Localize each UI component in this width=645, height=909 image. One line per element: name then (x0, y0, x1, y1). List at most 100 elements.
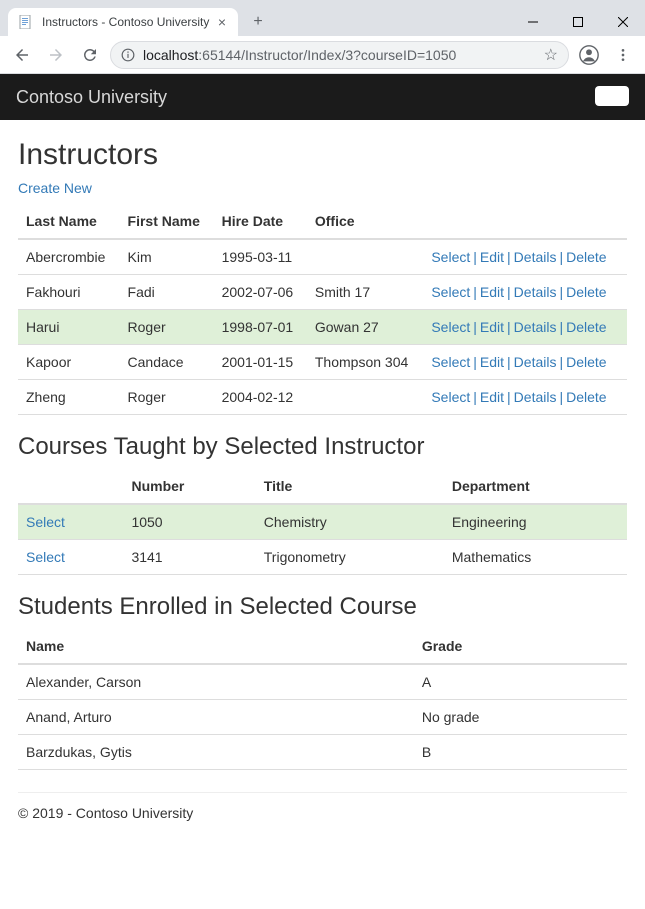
cell-hire-date: 2001-01-15 (214, 345, 307, 380)
select-link[interactable]: Select (26, 549, 65, 565)
cell-department: Mathematics (444, 540, 627, 575)
courses-table: Number Title Department Select1050Chemis… (18, 469, 627, 575)
create-new-link[interactable]: Create New (18, 180, 92, 196)
cell-department: Engineering (444, 504, 627, 540)
table-row: Select3141TrigonometryMathematics (18, 540, 627, 575)
window-controls (510, 8, 645, 36)
cell-select: Select (18, 504, 123, 540)
details-link[interactable]: Details (514, 354, 557, 370)
tab-close-icon[interactable]: × (216, 14, 228, 30)
footer-divider (18, 792, 627, 793)
site-navbar: Contoso University (0, 74, 645, 120)
select-link[interactable]: Select (431, 319, 470, 335)
col-number: Number (123, 469, 255, 504)
col-hire-date: Hire Date (214, 204, 307, 239)
table-row: Anand, ArturoNo grade (18, 700, 627, 735)
details-link[interactable]: Details (514, 249, 557, 265)
table-row: Alexander, CarsonA (18, 664, 627, 700)
col-first-name: First Name (120, 204, 214, 239)
table-row: Select1050ChemistryEngineering (18, 504, 627, 540)
back-button[interactable] (8, 41, 36, 69)
edit-link[interactable]: Edit (480, 389, 504, 405)
cell-grade: A (414, 664, 627, 700)
cell-grade: No grade (414, 700, 627, 735)
browser-menu-button[interactable] (609, 41, 637, 69)
new-tab-button[interactable]: + (244, 8, 272, 36)
maximize-button[interactable] (555, 8, 600, 36)
cell-hire-date: 1998-07-01 (214, 310, 307, 345)
select-link[interactable]: Select (26, 514, 65, 530)
forward-button[interactable] (42, 41, 70, 69)
cell-hire-date: 1995-03-11 (214, 239, 307, 275)
cell-first-name: Candace (120, 345, 214, 380)
navbar-toggle-button[interactable] (595, 86, 629, 106)
col-actions (423, 204, 627, 239)
cell-actions: Select|Edit|Details|Delete (423, 345, 627, 380)
cell-number: 1050 (123, 504, 255, 540)
select-link[interactable]: Select (431, 354, 470, 370)
edit-link[interactable]: Edit (480, 249, 504, 265)
table-header-row: Number Title Department (18, 469, 627, 504)
cell-actions: Select|Edit|Details|Delete (423, 380, 627, 415)
url-host: localhost (143, 47, 198, 63)
edit-link[interactable]: Edit (480, 354, 504, 370)
select-link[interactable]: Select (431, 284, 470, 300)
cell-office (307, 380, 423, 415)
table-row: Barzdukas, GytisB (18, 735, 627, 770)
cell-first-name: Roger (120, 310, 214, 345)
delete-link[interactable]: Delete (566, 319, 606, 335)
site-info-icon[interactable] (121, 48, 135, 62)
page-content: Instructors Create New Last Name First N… (0, 138, 645, 839)
table-header-row: Last Name First Name Hire Date Office (18, 204, 627, 239)
bookmark-icon[interactable]: ☆ (544, 45, 558, 65)
table-row: FakhouriFadi2002-07-06Smith 17Select|Edi… (18, 275, 627, 310)
cell-grade: B (414, 735, 627, 770)
cell-actions: Select|Edit|Details|Delete (423, 310, 627, 345)
cell-last-name: Abercrombie (18, 239, 120, 275)
tab-strip: Instructors - Contoso University × + (0, 0, 645, 36)
cell-office: Smith 17 (307, 275, 423, 310)
reload-button[interactable] (76, 41, 104, 69)
browser-tab[interactable]: Instructors - Contoso University × (8, 8, 238, 36)
instructors-table: Last Name First Name Hire Date Office Ab… (18, 204, 627, 415)
select-link[interactable]: Select (431, 249, 470, 265)
cell-actions: Select|Edit|Details|Delete (423, 275, 627, 310)
cell-name: Barzdukas, Gytis (18, 735, 414, 770)
table-row: ZhengRoger2004-02-12Select|Edit|Details|… (18, 380, 627, 415)
footer-text: © 2019 - Contoso University (18, 805, 627, 821)
col-department: Department (444, 469, 627, 504)
col-last-name: Last Name (18, 204, 120, 239)
address-bar[interactable]: localhost:65144/Instructor/Index/3?cours… (110, 41, 569, 69)
table-row: KapoorCandace2001-01-15Thompson 304Selec… (18, 345, 627, 380)
courses-heading: Courses Taught by Selected Instructor (18, 433, 627, 461)
cell-select: Select (18, 540, 123, 575)
delete-link[interactable]: Delete (566, 249, 606, 265)
edit-link[interactable]: Edit (480, 319, 504, 335)
cell-office: Gowan 27 (307, 310, 423, 345)
details-link[interactable]: Details (514, 389, 557, 405)
url-text: localhost:65144/Instructor/Index/3?cours… (143, 47, 456, 63)
edit-link[interactable]: Edit (480, 284, 504, 300)
browser-toolbar: localhost:65144/Instructor/Index/3?cours… (0, 36, 645, 74)
table-header-row: Name Grade (18, 629, 627, 664)
cell-last-name: Harui (18, 310, 120, 345)
details-link[interactable]: Details (514, 319, 557, 335)
details-link[interactable]: Details (514, 284, 557, 300)
select-link[interactable]: Select (431, 389, 470, 405)
navbar-right (595, 86, 629, 109)
delete-link[interactable]: Delete (566, 284, 606, 300)
cell-hire-date: 2002-07-06 (214, 275, 307, 310)
close-window-button[interactable] (600, 8, 645, 36)
cell-actions: Select|Edit|Details|Delete (423, 239, 627, 275)
cell-office: Thompson 304 (307, 345, 423, 380)
profile-button[interactable] (575, 41, 603, 69)
url-path: /Instructor/Index/3?courseID=1050 (241, 47, 456, 63)
col-office: Office (307, 204, 423, 239)
delete-link[interactable]: Delete (566, 389, 606, 405)
col-select (18, 469, 123, 504)
table-row: HaruiRoger1998-07-01Gowan 27Select|Edit|… (18, 310, 627, 345)
cell-last-name: Kapoor (18, 345, 120, 380)
navbar-brand[interactable]: Contoso University (16, 87, 167, 108)
minimize-button[interactable] (510, 8, 555, 36)
delete-link[interactable]: Delete (566, 354, 606, 370)
